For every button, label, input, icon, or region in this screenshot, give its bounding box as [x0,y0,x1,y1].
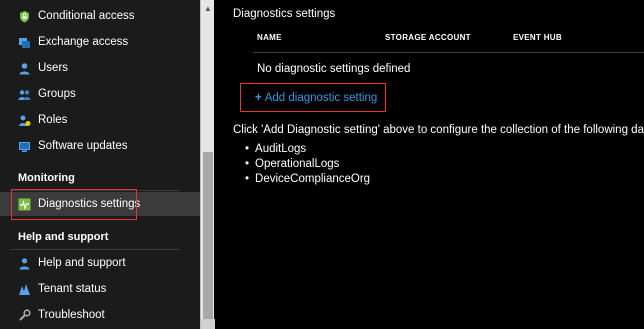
sidebar-item-label: Groups [38,88,76,100]
list-item: DeviceComplianceOrg [255,172,370,187]
column-header-storage-account: STORAGE ACCOUNT [385,33,471,42]
sidebar-item-label: Users [38,62,69,74]
sidebar-item-label: Troubleshoot [38,309,105,321]
column-header-name: NAME [257,33,282,42]
roles-icon [18,114,31,127]
highlight-box [11,189,137,220]
sidebar-item-tenant-status[interactable]: Tenant status [0,276,200,302]
sidebar-item-label: Exchange access [38,36,129,48]
software-updates-icon [18,140,31,153]
sidebar-item-software-updates[interactable]: Software updates [0,133,200,159]
empty-message: No diagnostic settings defined [257,63,411,75]
sidebar-item-exchange-access[interactable]: Exchange access [0,29,200,55]
sidebar-item-label: Conditional access [38,10,135,22]
list-item: OperationalLogs [255,157,370,172]
sidebar-item-label: Tenant status [38,283,107,295]
sidebar-item-groups[interactable]: Groups [0,81,200,107]
sidebar-item-roles[interactable]: Roles [0,107,200,133]
main-content: Diagnostics settings NAME STORAGE ACCOUN… [216,0,644,329]
column-header-event-hub: EVENT HUB [513,33,562,42]
sidebar-item-label: Help and support [38,257,126,269]
plus-icon: + [255,91,262,104]
sidebar-item-users[interactable]: Users [0,55,200,81]
table-divider [253,52,644,53]
add-diagnostic-setting-button[interactable]: + Add diagnostic setting [240,83,386,112]
sidebar-item-help-and-support[interactable]: Help and support [0,250,200,276]
sidebar-item-label: Software updates [38,140,128,152]
section-title-monitoring: Monitoring [18,172,75,184]
page-title: Diagnostics settings [233,8,336,20]
person-help-icon [18,257,31,270]
scroll-down-arrow[interactable] [201,319,215,329]
scroll-up-arrow-icon[interactable]: ▲ [201,0,215,16]
troubleshoot-icon [18,308,31,322]
exchange-icon [18,36,31,49]
tenant-status-icon [18,283,31,296]
data-type-list: AuditLogs OperationalLogs DeviceComplian… [255,142,370,187]
list-item: AuditLogs [255,142,370,157]
scroll-thumb[interactable] [203,152,213,322]
sidebar-item-conditional-access[interactable]: Conditional access [0,3,200,29]
sidebar-scrollbar[interactable]: ▲ [200,0,215,329]
add-diagnostic-setting-label: Add diagnostic setting [264,91,378,104]
info-text: Click 'Add Diagnostic setting' above to … [233,124,644,136]
sidebar: Conditional access Exchange access Users… [0,0,200,329]
groups-icon [18,88,31,101]
lock-shield-icon [18,10,31,23]
sidebar-item-troubleshoot[interactable]: Troubleshoot [0,302,200,328]
section-title-help: Help and support [18,231,109,243]
user-icon [18,62,31,75]
sidebar-item-label: Roles [38,114,68,126]
